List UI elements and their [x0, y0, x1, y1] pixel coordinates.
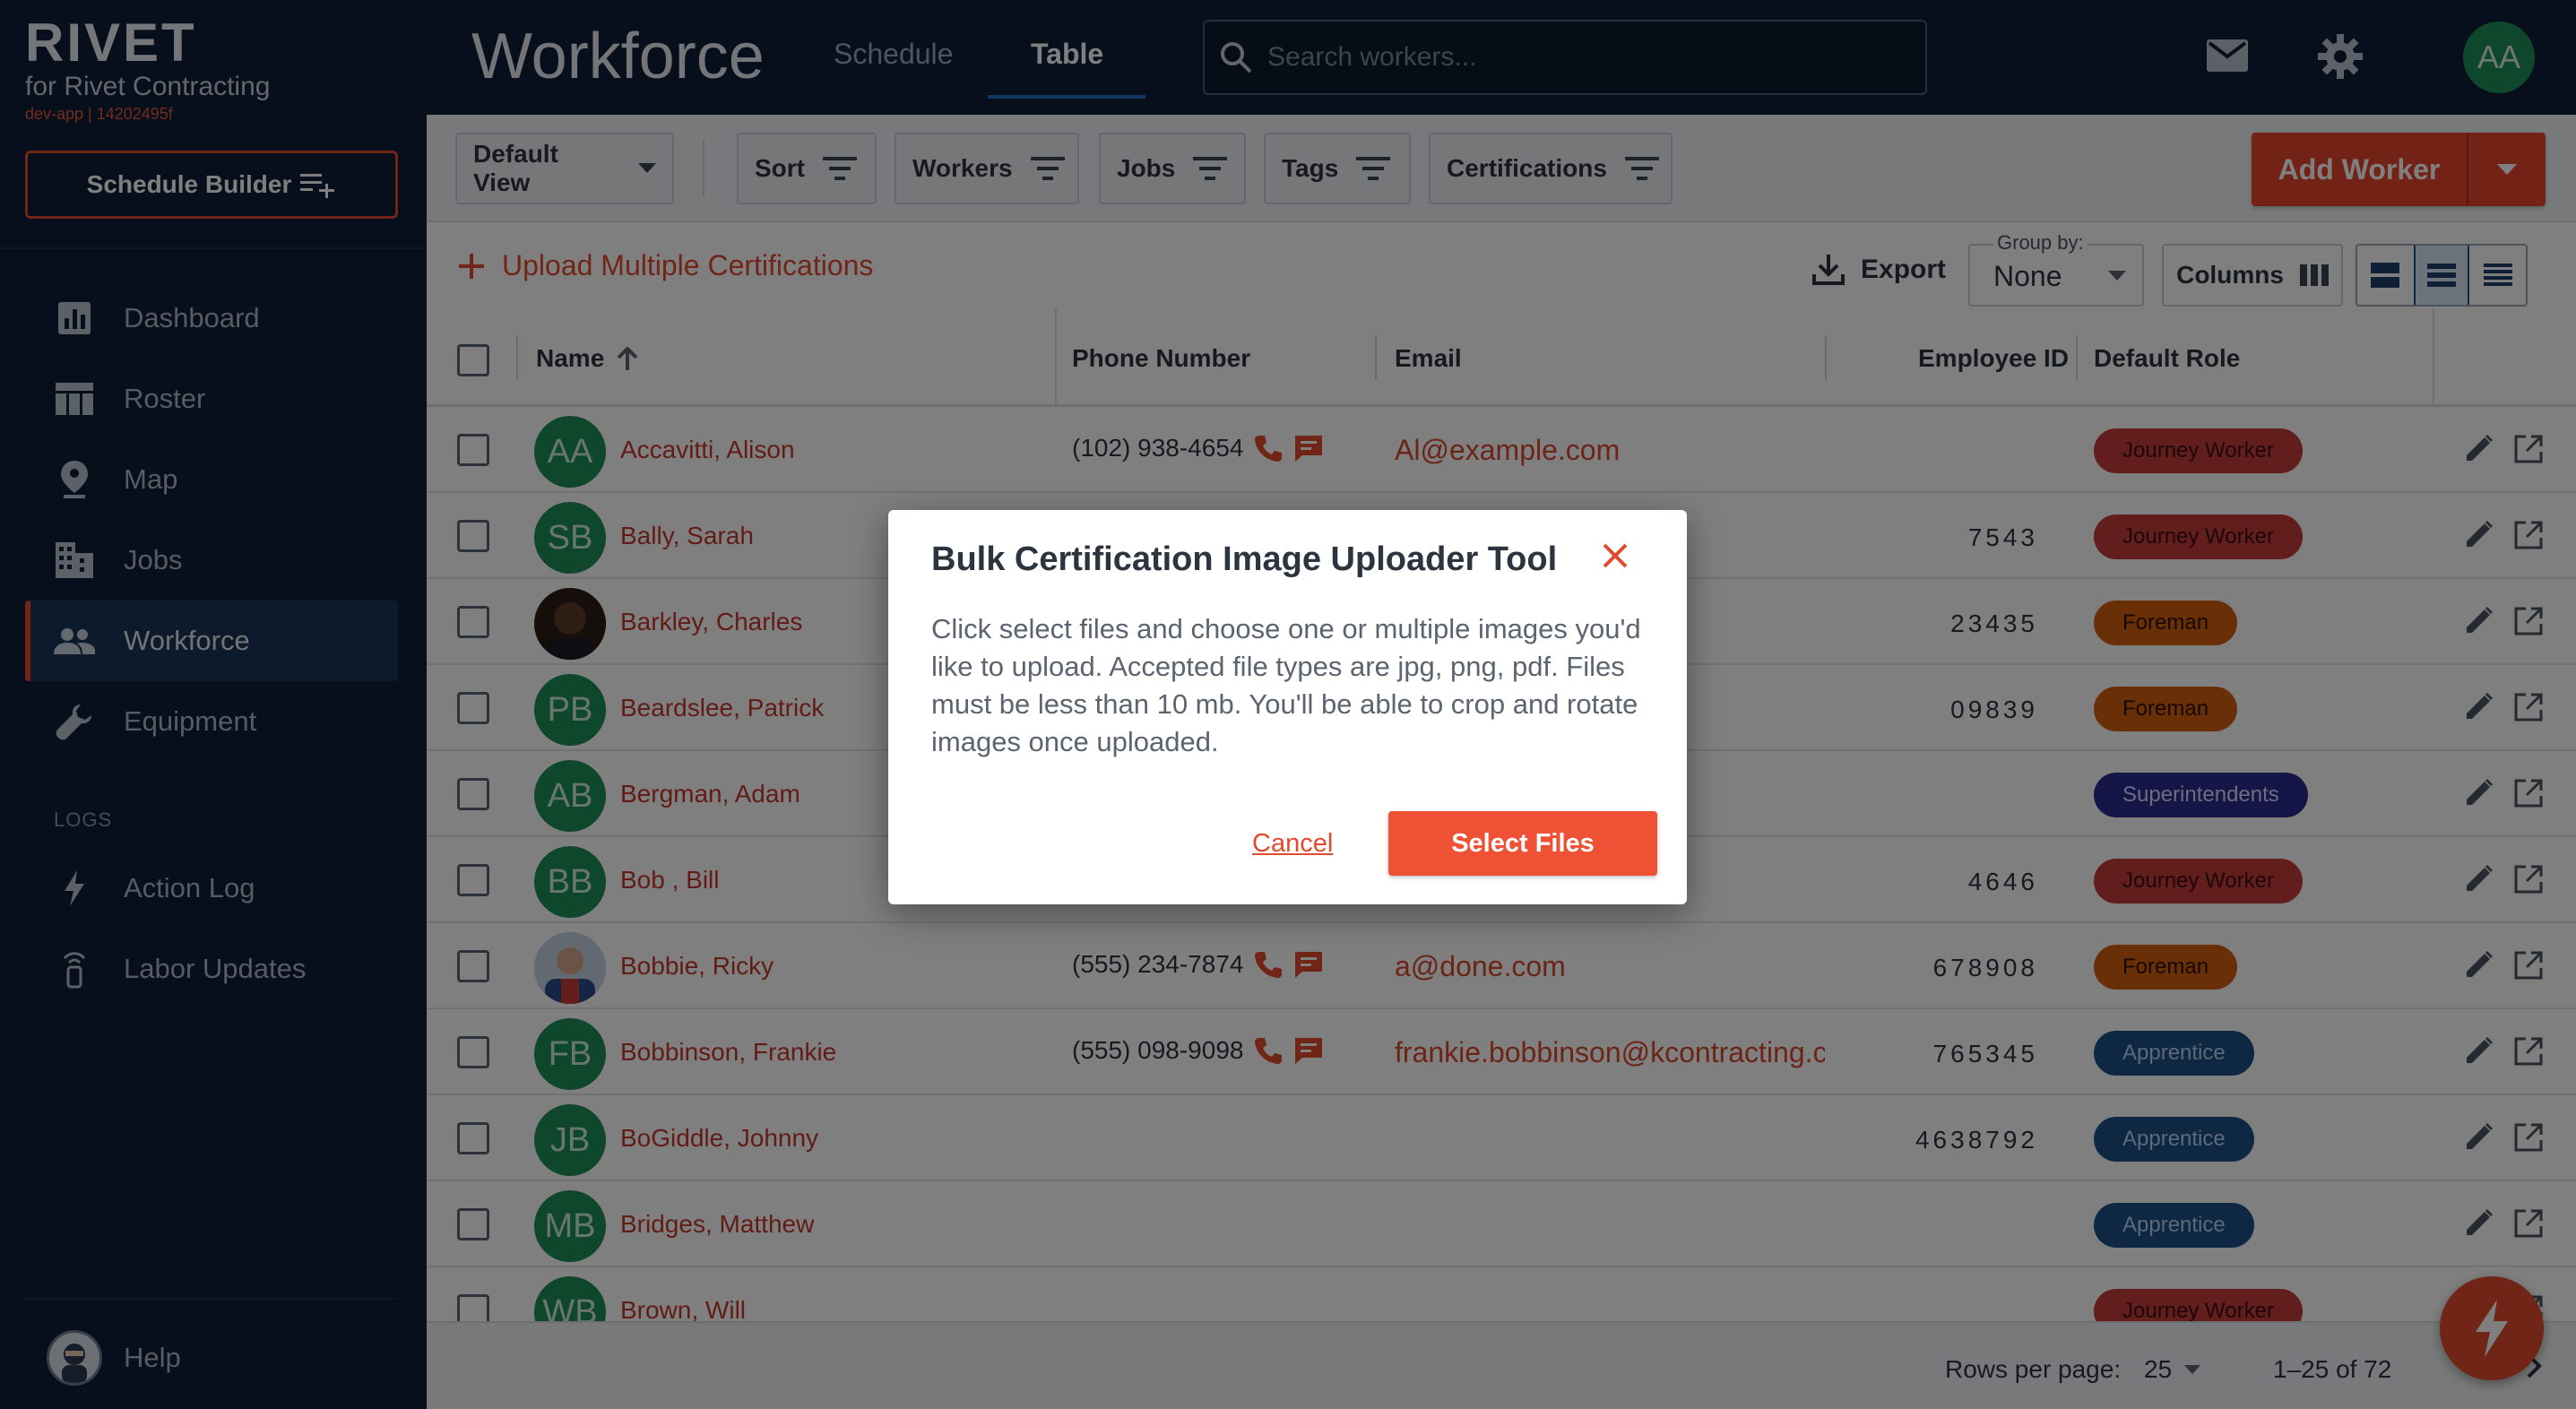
bulk-uploader-dialog: Bulk Certification Image Uploader Tool C…: [888, 510, 1687, 904]
close-icon[interactable]: [1602, 542, 1629, 569]
cancel-button[interactable]: Cancel: [1252, 829, 1333, 859]
select-files-button[interactable]: Select Files: [1388, 811, 1657, 876]
dialog-title: Bulk Certification Image Uploader Tool: [931, 540, 1558, 578]
dialog-body: Click select files and choose one or mul…: [931, 613, 1641, 757]
